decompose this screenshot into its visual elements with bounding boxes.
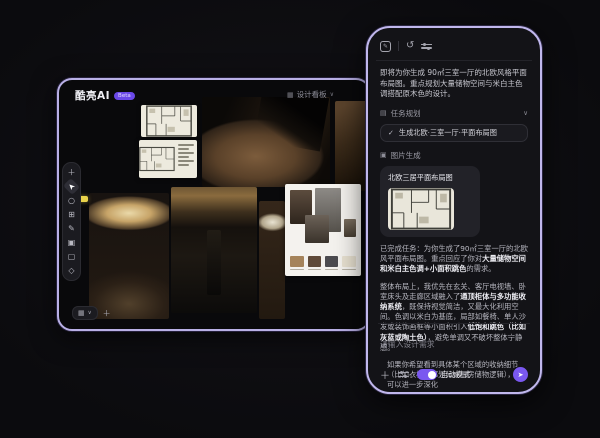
input-settings-icon[interactable] [398, 370, 409, 379]
color-swatch [325, 256, 338, 267]
input-toolbar: ＋ 自动模式 ➤ [380, 367, 528, 382]
add-tool-icon[interactable]: ＋ [65, 167, 78, 178]
chevron-down-icon: ∨ [330, 91, 334, 98]
task-item-label: 生成北欧·三室一厅·平面布局图 [399, 128, 497, 138]
frame-tool-icon[interactable]: ⊞ [65, 209, 78, 220]
canvas-image-hand-on-table[interactable] [202, 97, 330, 187]
chat-input-area: ＋ 自动模式 ➤ [378, 323, 530, 384]
moodboard-photo [344, 219, 356, 237]
floorplan-drawing [388, 188, 454, 230]
zoom-in-button[interactable]: ＋ [103, 308, 111, 319]
canvas-image-moodboard[interactable] [285, 184, 361, 276]
task-plan-item[interactable]: ✓ 生成北欧·三室一厅·平面布局图 [380, 124, 528, 142]
paragraph-text: 的需求。 [466, 264, 495, 273]
zoom-control: ▦ ∨ ＋ [72, 306, 111, 320]
divider [398, 41, 399, 51]
board-grid-icon: ▦ [287, 91, 294, 99]
divider [376, 60, 532, 61]
canvas-image-floorplan-2[interactable] [139, 140, 197, 178]
crop-tool-icon[interactable]: ▢ [65, 251, 78, 262]
phone-topbar: ✎ ↺ [380, 38, 528, 54]
image-icon: ▣ [380, 151, 387, 159]
auto-mode-toggle[interactable]: 自动模式 [417, 369, 470, 380]
floorplan-drawing [139, 140, 175, 178]
board-selector[interactable]: ▦ 设计看板 ∨ [287, 89, 334, 100]
generated-image-card: 北欧三居平面布局图 [380, 166, 480, 237]
settings-sliders-icon[interactable] [421, 42, 432, 51]
design-request-input[interactable] [380, 340, 528, 349]
tablet-device: 酷亮AI Beta ▦ 设计看板 ∨ [57, 78, 371, 331]
generated-floorplan-thumbnail[interactable] [388, 188, 454, 230]
toggle-switch [417, 369, 437, 380]
send-button[interactable]: ➤ [513, 367, 528, 382]
task-plan-header[interactable]: ▤ 任务规划 ∨ [380, 108, 528, 119]
assistant-intro-message: 即将为你生成 90㎡三室一厅的北欧风格平面布局图。重点规划大量储物空间与米白主色… [380, 68, 528, 100]
color-swatch [342, 256, 355, 267]
moodboard-swatch-row [290, 256, 355, 271]
grid-icon: ▦ [78, 309, 85, 317]
canvas-image-wardrobe[interactable] [171, 187, 257, 313]
image-tool-icon[interactable]: ▣ [65, 237, 78, 248]
toggle-knob [428, 371, 436, 379]
history-icon[interactable]: ↺ [406, 41, 414, 51]
task-plan-title: 任务规划 [391, 108, 421, 119]
assistant-result-paragraph-1: 已完成任务：为你生成了90㎡三室一厅的北欧风平面布局图。重点回应了你对大量储物空… [380, 244, 528, 275]
pen-tool-icon[interactable]: ✎ [65, 223, 78, 234]
board-selector-label: 设计看板 [297, 89, 327, 100]
chevron-down-icon: ∨ [523, 109, 528, 117]
canvas-image-dining-ceiling[interactable] [89, 193, 169, 319]
image-generation-label: 图片生成 [391, 150, 421, 161]
attach-plus-icon[interactable]: ＋ [380, 367, 390, 382]
desktop-background: 酷亮AI Beta ▦ 设计看板 ∨ [0, 0, 600, 438]
shape-tool-icon[interactable]: ○ [65, 195, 78, 206]
chevron-down-icon: ∨ [88, 310, 92, 316]
floorplan-drawing [141, 105, 197, 137]
check-icon: ✓ [388, 129, 394, 137]
color-swatch [308, 256, 321, 267]
floorplan-annotations [175, 140, 197, 178]
color-swatch [290, 256, 303, 267]
app-logo-row: 酷亮AI Beta [75, 88, 135, 103]
new-chat-icon[interactable]: ✎ [380, 41, 391, 52]
logo-badge: Beta [114, 92, 135, 100]
cursor-tool-icon[interactable]: ➤ [63, 178, 80, 195]
auto-mode-label: 自动模式 [441, 370, 470, 380]
zoom-level-dropdown[interactable]: ▦ ∨ [72, 306, 98, 320]
clipboard-icon: ▤ [380, 109, 387, 117]
phone-device: ✎ ↺ 即将为你生成 90㎡三室一厅的北欧风格平面布局图。重点规划大量储物空间与… [366, 26, 542, 394]
app-logo: 酷亮AI [75, 88, 110, 103]
canvas-image-floorplan-1[interactable] [141, 105, 197, 137]
ai-brush-tool-icon[interactable]: ◇ [65, 265, 78, 276]
canvas-image-table-closeup[interactable] [259, 201, 285, 319]
generated-image-title: 北欧三居平面布局图 [388, 173, 472, 183]
canvas-toolbar: ＋ ➤ ○ ⊞ ✎ ▣ ▢ ◇ [62, 162, 81, 281]
moodboard-photo [305, 215, 329, 243]
image-generation-header: ▣ 图片生成 [380, 150, 528, 161]
